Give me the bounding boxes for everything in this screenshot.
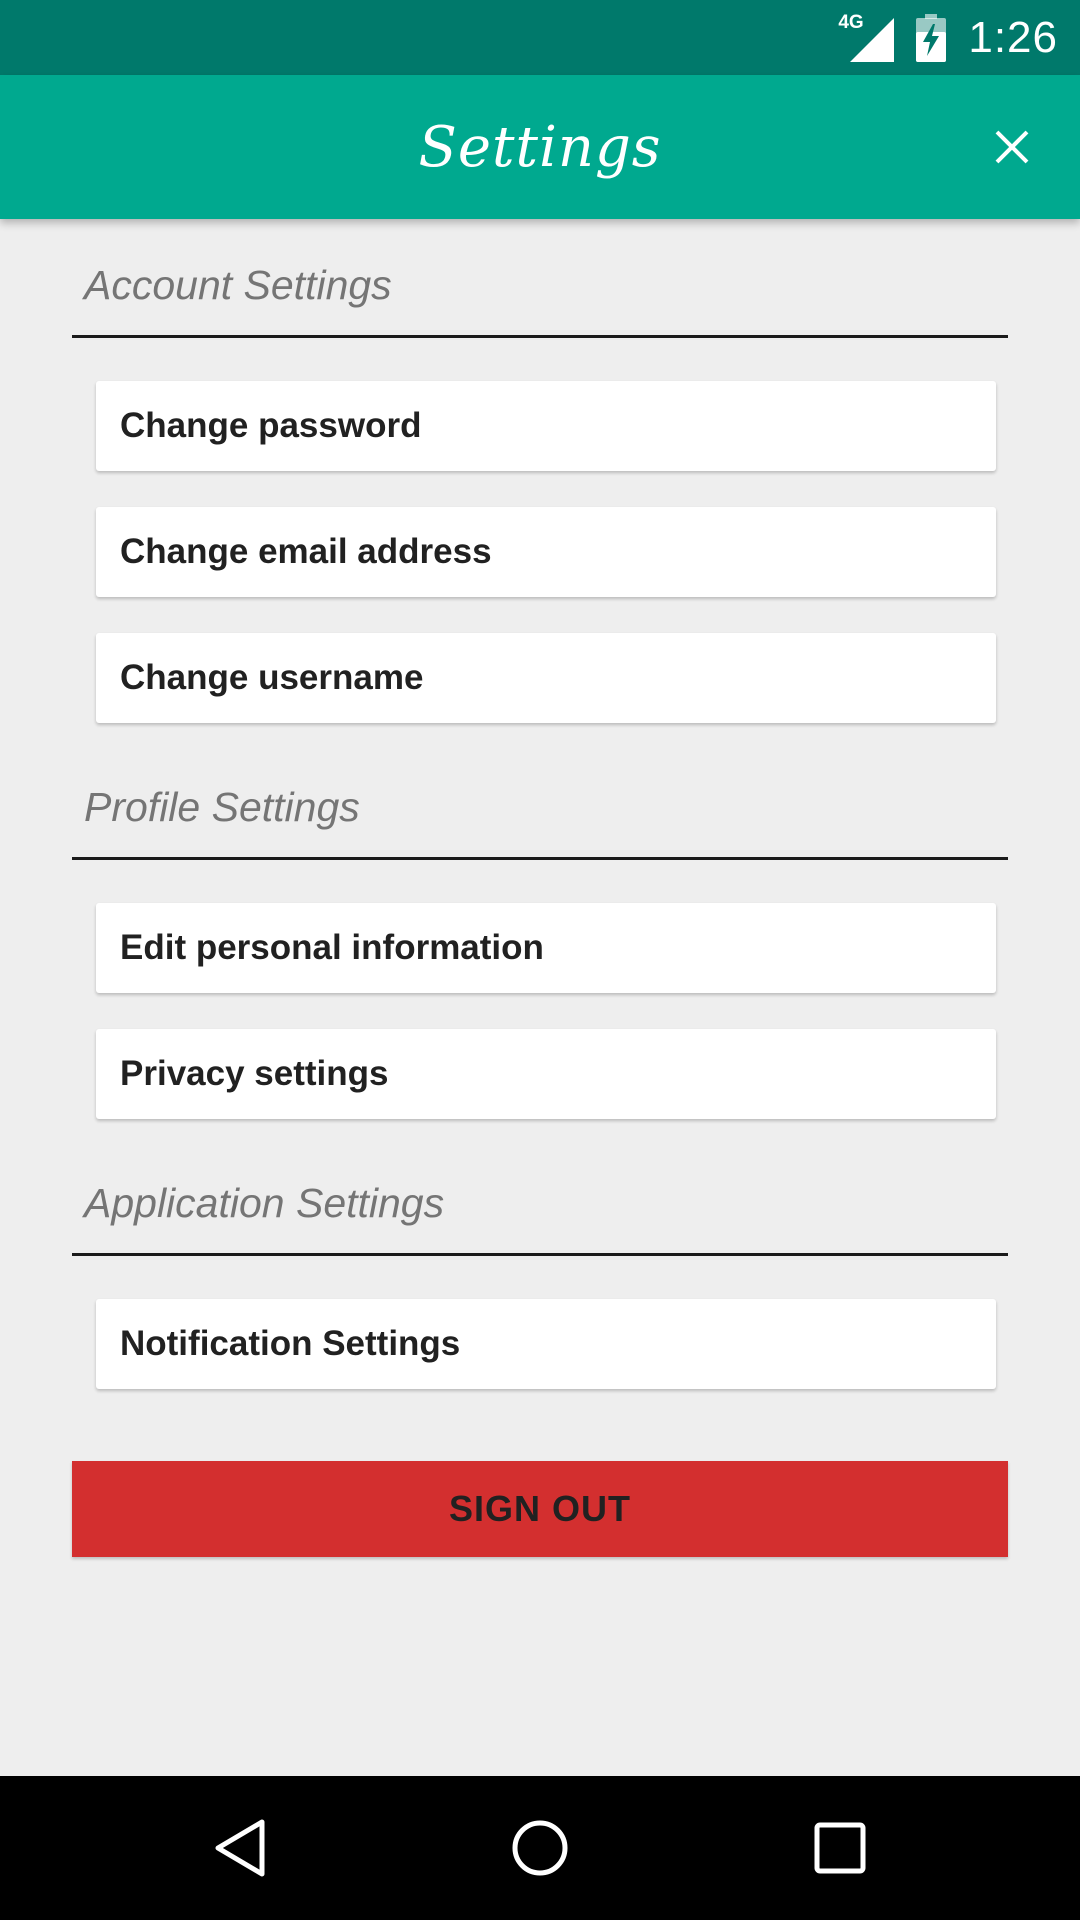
status-bar: 4G 1:26 [0,0,1080,75]
edit-personal-information-button[interactable]: Edit personal information [96,903,996,993]
change-email-button[interactable]: Change email address [96,507,996,597]
status-icons: 4G 1:26 [838,0,1058,75]
change-password-label: Change password [120,406,422,445]
change-username-button[interactable]: Change username [96,633,996,723]
home-button[interactable] [504,1812,576,1884]
recents-button[interactable] [804,1812,876,1884]
recents-icon [814,1822,866,1874]
section-header-application: Application Settings [72,1136,1008,1256]
notification-settings-label: Notification Settings [120,1324,461,1363]
section-title-application: Application Settings [84,1180,445,1226]
app-bar: Settings [0,75,1080,219]
notification-settings-button[interactable]: Notification Settings [96,1299,996,1389]
settings-content: Account Settings Change password Change … [0,219,1080,1776]
navigation-bar [0,1776,1080,1920]
sign-out-button[interactable]: SIGN OUT [72,1461,1008,1557]
battery-charging-icon [916,13,947,62]
page-title: Settings [418,114,662,180]
back-icon [215,1819,265,1877]
sign-out-label: SIGN OUT [448,1488,631,1529]
section-header-account: Account Settings [72,219,1008,338]
section-title-account: Account Settings [84,262,392,308]
home-icon [512,1820,568,1876]
signal-indicator: 4G [838,12,895,62]
signal-icon [850,17,895,62]
close-icon [995,130,1029,164]
section-title-profile: Profile Settings [84,784,360,830]
change-password-button[interactable]: Change password [96,381,996,471]
change-email-label: Change email address [120,532,492,571]
change-username-label: Change username [120,658,424,697]
edit-personal-information-label: Edit personal information [120,928,544,967]
privacy-settings-button[interactable]: Privacy settings [96,1029,996,1119]
section-header-profile: Profile Settings [72,740,1008,860]
back-button[interactable] [204,1812,276,1884]
privacy-settings-label: Privacy settings [120,1054,389,1093]
clock: 1:26 [968,12,1058,62]
close-button[interactable] [980,115,1044,179]
